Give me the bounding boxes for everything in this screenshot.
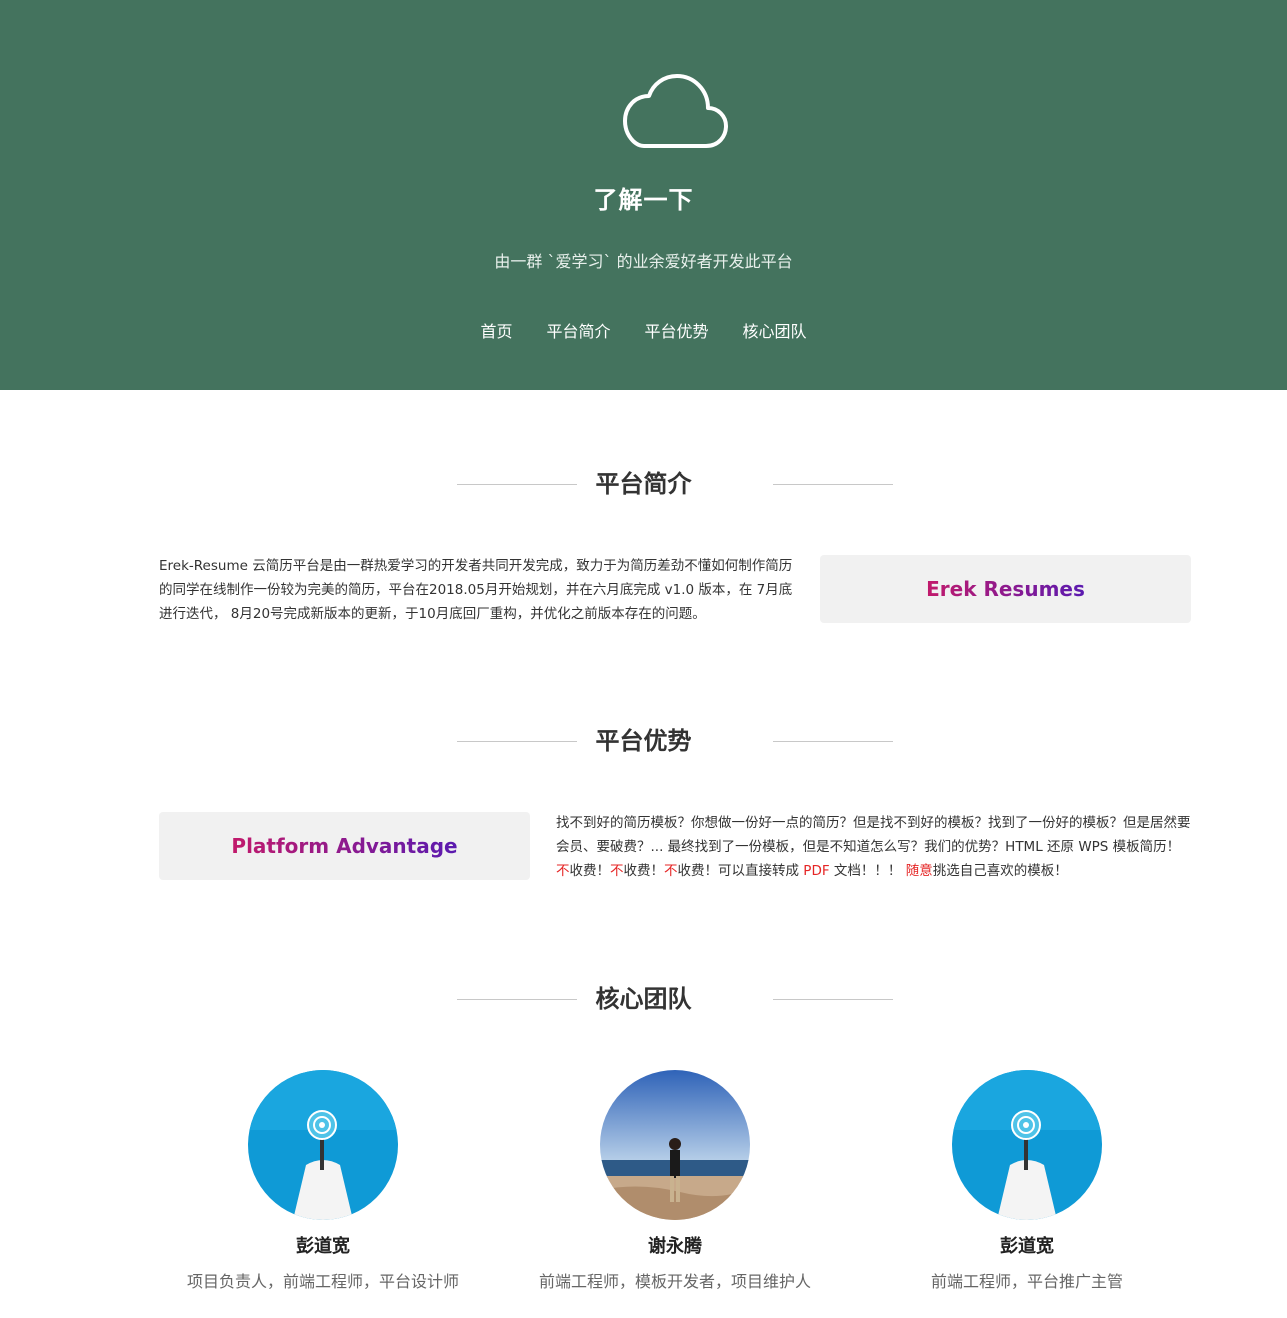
- advantage-text-part: 挑选自己喜欢的模板！: [932, 863, 1068, 879]
- highlight-not: 不: [556, 863, 570, 879]
- divider-right: [773, 484, 893, 485]
- erek-resumes-card: Erek Resumes: [820, 555, 1191, 623]
- nav-intro[interactable]: 平台简介: [546, 318, 610, 342]
- team-member: 彭道宽 项目负责人，前端工程师，平台设计师: [153, 1070, 493, 1292]
- member-role: 前端工程师，平台推广主管: [930, 1272, 1123, 1291]
- team-heading-text: 核心团队: [595, 985, 692, 1013]
- advantage-text-part: 收费！: [569, 863, 611, 879]
- advantage-heading-text: 平台优势: [595, 727, 692, 755]
- advantage-text-part: 收费！: [623, 863, 665, 879]
- erek-resumes-card-label: Erek Resumes: [926, 577, 1085, 601]
- top-nav: 首页 平台简介 平台优势 核心团队: [0, 318, 1287, 342]
- member-name: 谢永腾: [648, 1236, 702, 1257]
- divider-left: [457, 999, 577, 1000]
- advantage-heading: 平台优势: [0, 727, 1287, 755]
- advantage-text-part: 收费！可以直接转成: [677, 863, 804, 879]
- team-heading: 核心团队: [0, 985, 1287, 1013]
- cloud-icon: [623, 74, 728, 148]
- avatar: [952, 1070, 1102, 1220]
- platform-advantage-card-label: Platform Advantage: [231, 834, 458, 858]
- divider-left: [457, 484, 577, 485]
- nav-team[interactable]: 核心团队: [743, 318, 807, 342]
- nav-advantage[interactable]: 平台优势: [645, 318, 709, 342]
- hero-banner: 了解一下 由一群 `爱学习` 的业余爱好者开发此平台 首页 平台简介 平台优势 …: [0, 0, 1287, 390]
- intro-heading-text: 平台简介: [595, 470, 692, 498]
- divider-left: [457, 741, 577, 742]
- advantage-text-part: 找不到好的简历模板？你想做一份好一点的简历？但是找不到好的模板？找到了一份好的模…: [556, 815, 1191, 855]
- hero-title: 了解一下: [593, 186, 694, 214]
- member-role: 前端工程师，模板开发者，项目维护人: [538, 1272, 811, 1291]
- intro-heading: 平台简介: [0, 470, 1287, 498]
- advantage-text-part: 文档！！！: [829, 863, 906, 879]
- avatar: [600, 1070, 750, 1220]
- highlight-pdf: PDF: [803, 863, 830, 879]
- divider-right: [773, 999, 893, 1000]
- highlight-not: 不: [664, 863, 678, 879]
- team-member: 谢永腾 前端工程师，模板开发者，项目维护人: [505, 1070, 845, 1292]
- highlight-not: 不: [610, 863, 624, 879]
- avatar: [248, 1070, 398, 1220]
- divider-right: [773, 741, 893, 742]
- advantage-text: 找不到好的简历模板？你想做一份好一点的简历？但是找不到好的模板？找到了一份好的模…: [556, 811, 1192, 883]
- highlight-free-choice: 随意: [905, 863, 933, 879]
- platform-advantage-card: Platform Advantage: [159, 812, 530, 880]
- hero-subtitle: 由一群 `爱学习` 的业余爱好者开发此平台: [494, 252, 793, 271]
- member-name: 彭道宽: [1000, 1236, 1054, 1257]
- member-name: 彭道宽: [296, 1236, 350, 1257]
- member-role: 项目负责人，前端工程师，平台设计师: [186, 1272, 459, 1291]
- intro-text: Erek-Resume 云简历平台是由一群热爱学习的开发者共同开发完成，致力于为…: [159, 558, 793, 622]
- nav-home[interactable]: 首页: [480, 318, 512, 342]
- team-member: 彭道宽 前端工程师，平台推广主管: [857, 1070, 1197, 1292]
